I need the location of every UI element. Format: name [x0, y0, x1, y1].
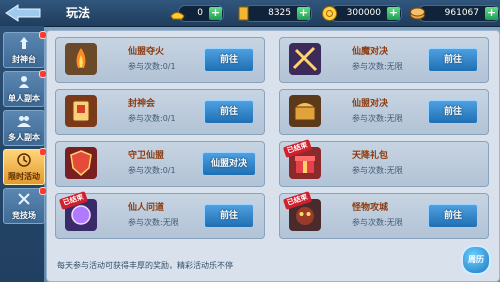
activity-card-tianjiang-libao: 已结束 天降礼包 参与次数:无限	[279, 139, 489, 187]
activity-name: 守卫仙盟	[128, 151, 165, 161]
add-copper-button[interactable]: +	[485, 7, 498, 20]
copper-value: 961067	[444, 8, 479, 18]
activity-card-xianmeng-duijue: 仙盟对决 参与次数:无限 前往	[279, 89, 489, 135]
go-button[interactable]: 前往	[204, 100, 254, 124]
copper-coins-icon	[410, 7, 425, 20]
person-icon	[19, 76, 29, 88]
back-button[interactable]	[2, 2, 46, 24]
add-gold-bar-button[interactable]: +	[297, 7, 310, 20]
sidebar-item-limited-events[interactable]: 限时活动	[3, 148, 47, 185]
sidebar-item-label: 限时活动	[8, 172, 40, 181]
activity-name: 怪物攻城	[352, 203, 389, 213]
treasure-chest-icon	[289, 95, 321, 127]
add-coin-button[interactable]: +	[387, 7, 400, 20]
go-button[interactable]: 前往	[204, 48, 254, 72]
add-gold-ingot-button[interactable]: +	[209, 7, 222, 20]
activity-name: 仙盟对决	[352, 99, 389, 109]
activity-card-xianmo-duijue: 仙魔对决 参与次数:无限 前往	[279, 37, 489, 83]
participation-count: 参与次数:无限	[352, 114, 403, 123]
coin-value: 300000	[346, 8, 381, 18]
activity-card-guaiwu-gongcheng: 已结束 怪物攻城 参与次数:无限 前往	[279, 191, 489, 239]
participation-count: 参与次数:0/1	[128, 166, 176, 175]
sidebar-item-solo-dungeon[interactable]: 单人副本	[3, 70, 47, 107]
clock-icon	[17, 153, 31, 167]
currency-coin: 300000 +	[322, 5, 402, 22]
tower-icon	[20, 37, 28, 49]
coin-icon	[322, 6, 337, 21]
back-arrow-icon	[5, 4, 41, 22]
participation-count: 参与次数:0/1	[128, 114, 176, 123]
bonfire-icon	[65, 43, 97, 75]
activity-panel: 仙盟夺火 参与次数:0/1 前往 仙魔对决 参与次数:无限 前往 封神会 参与次…	[46, 30, 500, 282]
footer-tip: 每天参与活动可获得丰厚的奖励，精彩活动乐不停	[57, 261, 233, 270]
activities-screen: 玩法 0 + 8325 + 300000 + 961067 + 封神台 单人副本…	[0, 0, 500, 282]
currency-gold-bar: 8325 +	[238, 5, 312, 22]
activity-card-fengshenhui: 封神会 参与次数:0/1 前往	[55, 89, 265, 135]
seal-scroll-icon	[65, 95, 97, 127]
sidebar: 封神台 单人副本 多人副本 限时活动 竞技场	[0, 26, 47, 282]
gold-ingot-value: 0	[197, 8, 203, 18]
page-title: 玩法	[66, 6, 91, 20]
activity-name: 仙盟夺火	[128, 47, 165, 57]
activity-name: 封神会	[128, 99, 156, 109]
sidebar-item-label: 竞技场	[12, 211, 36, 220]
guild-duel-button[interactable]: 仙盟对决	[202, 152, 256, 176]
shield-icon	[65, 147, 97, 179]
crossed-swords-icon	[18, 193, 30, 205]
gold-bar-value: 8325	[268, 8, 291, 18]
participation-count: 参与次数:0/1	[128, 62, 176, 71]
go-button[interactable]: 前往	[428, 100, 478, 124]
group-icon	[17, 116, 31, 127]
go-button[interactable]: 前往	[428, 204, 478, 228]
go-button[interactable]: 前往	[204, 204, 254, 228]
participation-count: 参与次数:无限	[352, 166, 403, 175]
battle-icon	[289, 43, 321, 75]
sidebar-item-label: 单人副本	[8, 94, 40, 103]
participation-count: 参与次数:无限	[128, 218, 179, 227]
sidebar-item-fengshentai[interactable]: 封神台	[3, 31, 47, 68]
currency-gold-ingot: 0 +	[170, 5, 224, 22]
go-button[interactable]: 前往	[428, 48, 478, 72]
sidebar-item-team-dungeon[interactable]: 多人副本	[3, 110, 45, 146]
top-bar: 玩法 0 + 8325 + 300000 + 961067 +	[0, 0, 500, 27]
activity-card-xianmeng-duohuo: 仙盟夺火 参与次数:0/1 前往	[55, 37, 265, 83]
activity-card-shouwei-xianmeng: 守卫仙盟 参与次数:0/1 仙盟对决	[55, 141, 265, 187]
activity-name: 仙人问道	[128, 203, 165, 213]
gold-bar-icon	[238, 6, 249, 21]
currency-copper: 961067 +	[410, 5, 500, 22]
sidebar-item-arena[interactable]: 竞技场	[3, 187, 47, 224]
participation-count: 参与次数:无限	[352, 218, 403, 227]
sidebar-item-label: 多人副本	[8, 133, 40, 142]
weekly-calendar-button[interactable]: 周历	[461, 245, 491, 275]
activity-name: 仙魔对决	[352, 47, 389, 57]
participation-count: 参与次数:无限	[352, 62, 403, 71]
sidebar-item-label: 封神台	[12, 55, 36, 64]
activity-name: 天降礼包	[352, 151, 389, 161]
activity-card-xianren-wendao: 已结束 仙人问道 参与次数:无限 前往	[55, 191, 265, 239]
gold-ingot-icon	[170, 12, 185, 20]
